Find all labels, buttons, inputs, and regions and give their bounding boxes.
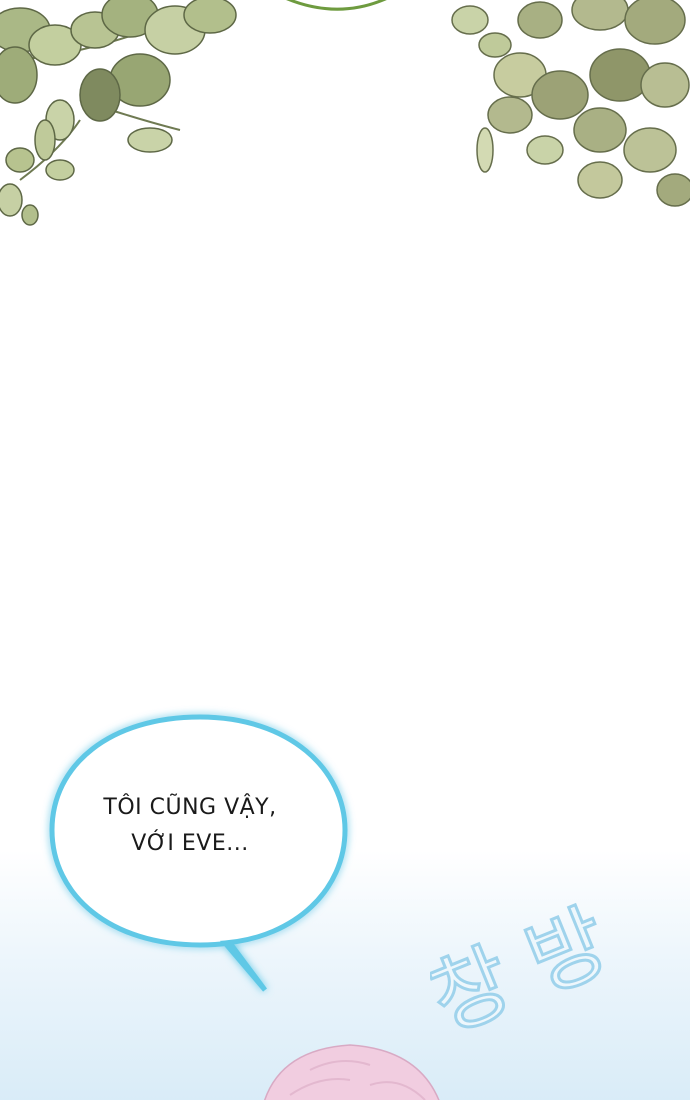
dialogue-text: TÔI CŨNG VẬY, VỚI EVE... — [55, 790, 325, 862]
comic-panel: TÔI CŨNG VẬY, VỚI EVE... 창 방 — [0, 0, 690, 1100]
dialogue-line-2: VỚI EVE... — [131, 831, 249, 856]
dialogue-line-1: TÔI CŨNG VẬY, — [103, 795, 277, 820]
eucalyptus-leaves-right — [451, 0, 690, 207]
eucalyptus-leaves-left — [0, 0, 237, 226]
character-hair — [264, 1044, 440, 1100]
vine-stem — [286, 0, 387, 11]
sound-effect-text: 창 방 — [430, 892, 620, 1051]
sound-effect: 창 방 — [430, 890, 620, 1052]
